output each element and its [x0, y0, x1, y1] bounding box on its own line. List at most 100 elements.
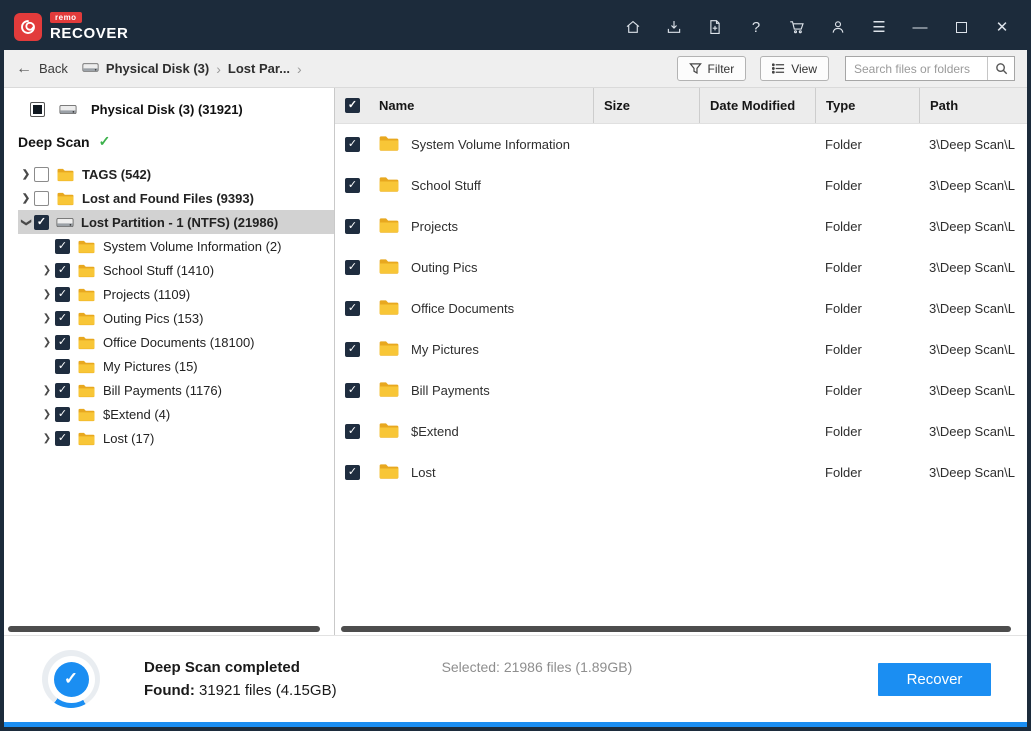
close-icon[interactable]: ✕: [993, 17, 1011, 37]
row-checkbox[interactable]: ✓: [345, 301, 360, 316]
breadcrumb-item-disk[interactable]: Physical Disk (3): [106, 61, 209, 76]
tree-item-checkbox[interactable]: [34, 191, 49, 206]
chevron-right-icon[interactable]: ❯: [39, 289, 55, 300]
chevron-right-icon[interactable]: ❯: [39, 265, 55, 276]
bottom-accent-bar: [4, 722, 1027, 727]
chevron-right-icon[interactable]: ❯: [18, 193, 34, 204]
row-checkbox[interactable]: ✓: [345, 465, 360, 480]
tree-item-checkbox[interactable]: ✓: [55, 335, 70, 350]
table-row[interactable]: ✓System Volume InformationFolder3\Deep S…: [335, 124, 1027, 165]
tree-item-checkbox[interactable]: ✓: [55, 431, 70, 446]
search-input[interactable]: [846, 62, 987, 76]
tree-item[interactable]: ❯✓Outing Pics (153): [39, 306, 334, 330]
help-icon[interactable]: ?: [747, 17, 765, 37]
cart-icon[interactable]: [788, 17, 806, 37]
tree-item-label: Lost (17): [103, 431, 154, 446]
tree-item-checkbox[interactable]: ✓: [55, 407, 70, 422]
cell-name: ✓Office Documents: [335, 298, 593, 319]
menu-icon[interactable]: ☰: [870, 17, 888, 37]
back-button[interactable]: ← Back: [16, 60, 68, 78]
search-icon[interactable]: [987, 57, 1014, 80]
chevron-right-icon[interactable]: ❯: [39, 337, 55, 348]
column-header-name[interactable]: ✓ Name: [335, 88, 593, 123]
import-icon[interactable]: [665, 17, 683, 37]
horizontal-scrollbar-right[interactable]: [341, 626, 1011, 632]
tree-item[interactable]: ✓My Pictures (15): [39, 354, 334, 378]
tree-item[interactable]: ❯✓Projects (1109): [39, 282, 334, 306]
row-checkbox[interactable]: ✓: [345, 424, 360, 439]
tree-item[interactable]: ❯✓School Stuff (1410): [39, 258, 334, 282]
view-button[interactable]: View: [760, 56, 829, 81]
file-name: $Extend: [411, 424, 459, 439]
cell-path: 3\Deep Scan\L: [919, 301, 1027, 316]
tree-root-label: Physical Disk (3) (31921): [91, 102, 243, 117]
view-label: View: [791, 62, 817, 76]
folder-tree-panel: Physical Disk (3) (31921) Deep Scan ✓ ❯T…: [4, 88, 335, 635]
recover-button[interactable]: Recover: [878, 663, 991, 696]
row-checkbox[interactable]: ✓: [345, 219, 360, 234]
maximize-icon[interactable]: [952, 17, 970, 37]
tree-item[interactable]: ✓System Volume Information (2): [39, 234, 334, 258]
tree-item[interactable]: ❯✓Lost Partition - 1 (NTFS) (21986): [18, 210, 334, 234]
chevron-right-icon[interactable]: ❯: [18, 169, 34, 180]
tree-item-checkbox[interactable]: ✓: [55, 239, 70, 254]
tree-item-checkbox[interactable]: ✓: [55, 383, 70, 398]
minimize-icon[interactable]: —: [911, 17, 929, 37]
selected-summary: Selected: 21986 files (1.89GB): [442, 659, 633, 675]
row-checkbox[interactable]: ✓: [345, 342, 360, 357]
column-header-type[interactable]: Type: [815, 88, 919, 123]
tree-item-checkbox[interactable]: ✓: [34, 215, 49, 230]
user-icon[interactable]: [829, 17, 847, 37]
tree-item[interactable]: ❯✓$Extend (4): [39, 402, 334, 426]
tree-root[interactable]: Physical Disk (3) (31921): [16, 98, 334, 121]
tree-item[interactable]: ❯✓Bill Payments (1176): [39, 378, 334, 402]
chevron-right-icon[interactable]: ❯: [39, 409, 55, 420]
row-checkbox[interactable]: ✓: [345, 260, 360, 275]
horizontal-scrollbar-left[interactable]: [8, 626, 320, 632]
row-checkbox[interactable]: ✓: [345, 137, 360, 152]
tree-item-checkbox[interactable]: [34, 167, 49, 182]
chevron-right-icon[interactable]: ❯: [39, 313, 55, 324]
home-icon[interactable]: [624, 17, 642, 37]
tree-item[interactable]: ❯✓ Office Documents (18100): [39, 330, 334, 354]
cell-type: Folder: [815, 342, 919, 357]
tree-item-checkbox[interactable]: ✓: [55, 287, 70, 302]
remo-logo-icon: [14, 13, 42, 41]
table-row[interactable]: ✓My PicturesFolder3\Deep Scan\L: [335, 329, 1027, 370]
cell-type: Folder: [815, 383, 919, 398]
select-all-checkbox[interactable]: ✓: [345, 98, 360, 113]
cell-path: 3\Deep Scan\L: [919, 465, 1027, 480]
column-header-path[interactable]: Path: [919, 88, 1027, 123]
tree-item-checkbox[interactable]: ✓: [55, 311, 70, 326]
row-checkbox[interactable]: ✓: [345, 383, 360, 398]
folder-icon: [378, 462, 400, 483]
folder-icon: [77, 287, 96, 302]
folder-icon: [378, 175, 400, 196]
tree-item-label: Office Documents (18100): [103, 335, 255, 350]
chevron-down-icon[interactable]: ❯: [21, 214, 32, 230]
table-row[interactable]: ✓$ExtendFolder3\Deep Scan\L: [335, 411, 1027, 452]
tree-item[interactable]: ❯TAGS (542): [18, 162, 334, 186]
title-bar: remo RECOVER ? ☰ — ✕: [4, 4, 1027, 50]
new-file-icon[interactable]: [706, 17, 724, 37]
chevron-right-icon[interactable]: ❯: [39, 385, 55, 396]
row-checkbox[interactable]: ✓: [345, 178, 360, 193]
chevron-right-icon[interactable]: ❯: [39, 433, 55, 444]
table-row[interactable]: ✓Bill PaymentsFolder3\Deep Scan\L: [335, 370, 1027, 411]
cell-path: 3\Deep Scan\L: [919, 383, 1027, 398]
tree-item[interactable]: ❯✓ Lost (17): [39, 426, 334, 450]
tree-item-checkbox[interactable]: ✓: [55, 263, 70, 278]
table-row[interactable]: ✓Office DocumentsFolder3\Deep Scan\L: [335, 288, 1027, 329]
breadcrumb-item-partition[interactable]: Lost Par...: [228, 61, 290, 76]
column-header-size[interactable]: Size: [593, 88, 699, 123]
column-header-date-modified[interactable]: Date Modified: [699, 88, 815, 123]
table-row[interactable]: ✓ProjectsFolder3\Deep Scan\L: [335, 206, 1027, 247]
filter-button[interactable]: Filter: [677, 56, 747, 81]
root-checkbox[interactable]: [30, 102, 45, 117]
table-row[interactable]: ✓Outing PicsFolder3\Deep Scan\L: [335, 247, 1027, 288]
tree-item[interactable]: ❯Lost and Found Files (9393): [18, 186, 334, 210]
back-arrow-icon: ←: [16, 60, 32, 78]
table-row[interactable]: ✓School StuffFolder3\Deep Scan\L: [335, 165, 1027, 206]
tree-item-checkbox[interactable]: ✓: [55, 359, 70, 374]
table-row[interactable]: ✓LostFolder3\Deep Scan\L: [335, 452, 1027, 493]
